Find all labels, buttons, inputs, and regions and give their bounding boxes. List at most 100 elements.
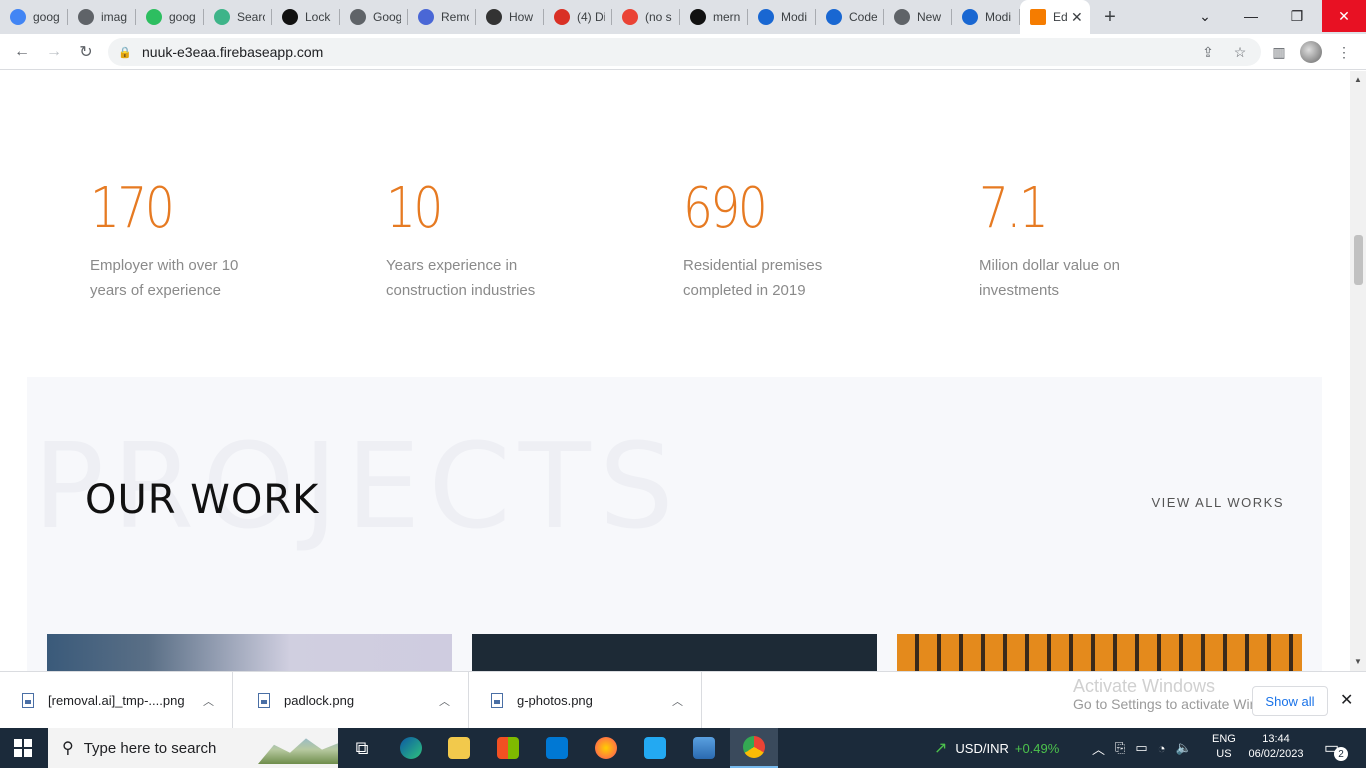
share-icon[interactable]: ⇪: [1198, 42, 1218, 62]
show-all-button[interactable]: Show all: [1252, 686, 1328, 716]
download-item[interactable]: g-photos.png ︿: [469, 672, 702, 729]
scroll-down-icon[interactable]: ▼: [1354, 657, 1362, 666]
chevron-up-icon[interactable]: ︿: [439, 693, 450, 709]
github-icon: [690, 9, 706, 25]
mail-icon[interactable]: [533, 728, 581, 768]
taskbar-search-box[interactable]: ⚲ Type here to search: [48, 728, 338, 768]
system-clock[interactable]: 13:44 06/02/2023: [1246, 732, 1306, 762]
browser-tab[interactable]: Remo: [408, 0, 476, 34]
address-bar[interactable]: 🔒 nuuk-e3eaa.firebaseapp.com: [108, 38, 1261, 66]
browser-tab[interactable]: Modi: [748, 0, 816, 34]
stat-number: 170: [90, 176, 175, 241]
windows-taskbar: ⚲ Type here to search ⧉ ↗ USD/INR +0.49%…: [0, 728, 1366, 768]
lock-icon[interactable]: 🔒: [118, 46, 132, 59]
side-panel-icon[interactable]: ▥: [1269, 42, 1289, 62]
chrome-icon[interactable]: [730, 728, 778, 768]
browser-tab[interactable]: Modi: [952, 0, 1020, 34]
tab-title: imag: [101, 10, 128, 24]
stat-label-line: investments: [979, 282, 1060, 299]
bookmark-star-icon[interactable]: ☆: [1230, 42, 1250, 62]
battery-icon[interactable]: ▭: [1135, 740, 1147, 756]
reload-icon[interactable]: ↻: [74, 40, 98, 64]
page-scrollbar[interactable]: ▲ ▼: [1350, 71, 1366, 671]
browser-tab[interactable]: New: [884, 0, 952, 34]
back-icon[interactable]: ←: [10, 40, 34, 64]
terminal-icon: [486, 9, 502, 25]
stat-number: 10: [386, 176, 443, 241]
browser-tab[interactable]: mern: [680, 0, 748, 34]
trend-up-icon: ↗: [934, 740, 948, 757]
project-card[interactable]: [472, 634, 877, 671]
browser-tab[interactable]: Lock: [272, 0, 340, 34]
menu-icon[interactable]: ⋮: [1334, 42, 1354, 62]
minimize-button[interactable]: —: [1228, 0, 1274, 32]
file-icon: [22, 693, 34, 708]
new-tab-button[interactable]: +: [1090, 0, 1130, 34]
close-window-button[interactable]: ✕: [1322, 0, 1366, 32]
volume-icon[interactable]: 🔈: [1176, 740, 1192, 756]
stat-label-line: years of experience: [90, 282, 221, 299]
microsoft-store-icon[interactable]: [484, 728, 532, 768]
tab-strip: goog imag goog Searc Lock Goog Remo How (4) Di (n…: [0, 0, 1366, 34]
tab-title: Ed: [1053, 10, 1067, 24]
view-all-works-link[interactable]: VIEW ALL WORKS: [1152, 495, 1285, 510]
file-explorer-icon[interactable]: [435, 728, 483, 768]
browser-tab[interactable]: imag: [68, 0, 136, 34]
search-placeholder: Type here to search: [83, 739, 217, 757]
close-download-bar-icon[interactable]: ✕: [1340, 690, 1353, 710]
wifi-icon[interactable]: ◔: [1158, 741, 1166, 756]
firefox-icon[interactable]: [582, 728, 630, 768]
close-tab-icon[interactable]: ✕: [1071, 9, 1083, 26]
browser-tab[interactable]: Goog: [340, 0, 408, 34]
stat-employees: 170 Employer with over 10 years of exper…: [90, 171, 320, 303]
browser-tab[interactable]: goog: [0, 0, 68, 34]
globe-icon: [78, 9, 94, 25]
tab-title: Modi: [781, 10, 808, 24]
url-text: nuuk-e3eaa.firebaseapp.com: [142, 44, 324, 60]
tab-title: Modi: [985, 10, 1012, 24]
our-work-section: PROJECTS OUR WORK VIEW ALL WORKS: [27, 377, 1322, 671]
browser-tab[interactable]: (4) Di: [544, 0, 612, 34]
edge-icon[interactable]: [387, 728, 435, 768]
photos-icon[interactable]: [680, 728, 728, 768]
chevron-up-icon[interactable]: ︿: [672, 693, 683, 709]
chevron-up-icon[interactable]: ︿: [203, 693, 214, 709]
clock-date: 06/02/2023: [1248, 748, 1304, 760]
browser-tab[interactable]: (no s: [612, 0, 680, 34]
scrollbar-thumb[interactable]: [1354, 235, 1363, 285]
download-filename: g-photos.png: [517, 693, 593, 708]
fx-change: +0.49%: [1014, 740, 1060, 756]
vscode-icon[interactable]: [631, 728, 679, 768]
tab-title: Remo: [441, 10, 469, 24]
browser-tab[interactable]: goog: [136, 0, 204, 34]
stat-label-line: Milion dollar value on: [979, 257, 1120, 274]
browser-tab[interactable]: Code: [816, 0, 884, 34]
browser-tab[interactable]: Ed ✕: [1020, 0, 1090, 34]
project-card[interactable]: [897, 634, 1302, 671]
browser-tab[interactable]: How: [476, 0, 544, 34]
windows-start-icon[interactable]: [14, 739, 32, 757]
profile-avatar[interactable]: [1300, 41, 1322, 63]
download-item[interactable]: [removal.ai]_tmp-....png ︿: [0, 672, 233, 729]
stat-premises: 690 Residential premises completed in 20…: [683, 171, 913, 303]
discord-icon: [554, 9, 570, 25]
forward-icon[interactable]: →: [42, 40, 66, 64]
show-hidden-icons-icon[interactable]: ︿: [1092, 739, 1105, 758]
clock-time: 13:44: [1262, 733, 1290, 745]
meet-now-icon[interactable]: ⎘: [1115, 740, 1125, 756]
browser-tab[interactable]: Searc: [204, 0, 272, 34]
scroll-up-icon[interactable]: ▲: [1354, 75, 1362, 84]
lang-region: US: [1216, 748, 1232, 760]
tab-title: goog: [169, 10, 196, 24]
task-view-icon[interactable]: ⧉: [338, 728, 386, 768]
tab-search-icon[interactable]: ⌄: [1182, 0, 1228, 32]
project-card[interactable]: [47, 634, 452, 671]
restore-button[interactable]: ❐: [1274, 0, 1320, 32]
stat-label: Years experience in construction industr…: [386, 253, 616, 303]
tab-title: goog: [33, 10, 60, 24]
fx-widget[interactable]: ↗ USD/INR +0.49%: [934, 728, 1059, 768]
search-highlight-image: [258, 738, 338, 764]
input-language[interactable]: ENG US: [1212, 732, 1236, 762]
download-item[interactable]: padlock.png ︿: [236, 672, 469, 729]
search-icon: ⚲: [62, 740, 74, 757]
